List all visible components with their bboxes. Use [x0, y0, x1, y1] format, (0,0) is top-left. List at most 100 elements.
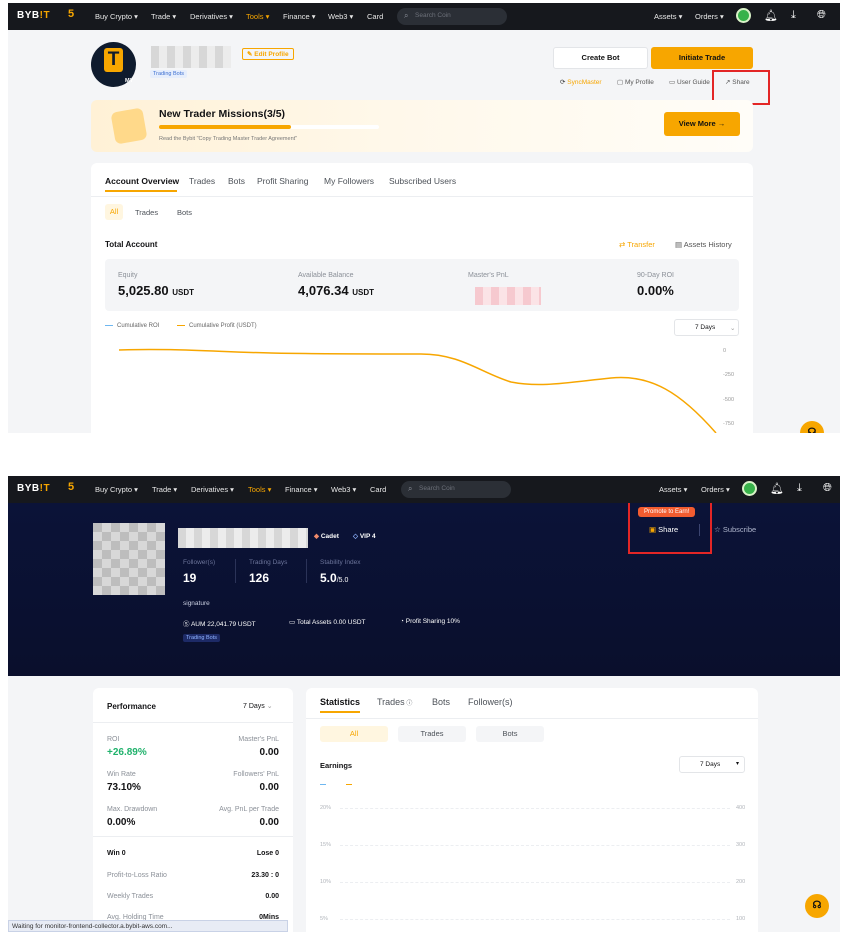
avatar-letter: T [104, 48, 123, 72]
book-icon: ▭ [669, 79, 677, 86]
transfer-link[interactable]: ⇄ Transfer [619, 240, 655, 249]
nav-orders[interactable]: Orders ▾ [695, 12, 724, 21]
headset-icon: ☊ [812, 900, 822, 911]
roi-label: ROI [107, 736, 120, 743]
perf-days-select[interactable]: 7 Days ⌄ [243, 702, 273, 710]
search-icon: ⌕ [404, 11, 409, 20]
chip-all[interactable]: All [105, 204, 123, 220]
nav-assets[interactable]: Assets ▾ [659, 485, 687, 494]
search-input[interactable]: ⌕ Search Coin [401, 481, 511, 498]
active-tab-underline [320, 711, 360, 713]
tab-account-overview[interactable]: Account Overview [105, 176, 179, 186]
nav-tools[interactable]: Tools ▾ [246, 12, 269, 21]
support-chat-button[interactable]: ☊ [800, 421, 824, 433]
caret-down-icon: ▾ [736, 761, 740, 767]
nav-card[interactable]: Card [370, 485, 386, 494]
initiate-trade-button[interactable]: Initiate Trade [651, 47, 753, 69]
edit-profile-button[interactable]: ✎ Edit Profile [242, 48, 294, 60]
browser-status-bar: Waiting for monitor-frontend-collector.a… [8, 920, 288, 932]
download-icon[interactable]: ⤓ [797, 482, 802, 495]
nav-derivatives[interactable]: Derivatives ▾ [191, 485, 234, 494]
tab-divider [91, 196, 753, 197]
search-input[interactable]: ⌕ Search Coin [397, 8, 507, 25]
user-avatar[interactable] [742, 481, 757, 496]
masters-pnl-value: 0.00 [259, 747, 279, 758]
blurred-masters-pnl [475, 287, 541, 305]
pl-ratio-value: 23.30 : 0 [251, 872, 279, 879]
trading-days-label: Trading Days [249, 559, 288, 566]
nav-assets[interactable]: Assets ▾ [654, 12, 682, 21]
subscribe-button[interactable]: ☆ Subscribe [714, 525, 756, 534]
five-year-icon[interactable]: 5 [68, 8, 74, 20]
bell-icon[interactable]: 🔔︎ [770, 482, 784, 495]
five-year-icon[interactable]: 5 [68, 481, 74, 493]
chip-trades[interactable]: Trades [398, 726, 466, 742]
chip-bots[interactable]: Bots [476, 726, 544, 742]
bybit-logo[interactable]: BYB!T [17, 10, 50, 21]
tab-my-followers[interactable]: My Followers [324, 176, 374, 186]
download-icon[interactable]: ⤓ [791, 9, 796, 22]
nav-card[interactable]: Card [367, 12, 383, 21]
stability-label: Stability Index [320, 559, 361, 566]
total-account-label: Total Account [105, 240, 158, 249]
syncmaster-link[interactable]: ⟳ SyncMaster [560, 78, 602, 86]
nav-trade[interactable]: Trade ▾ [152, 485, 177, 494]
nav-buy-crypto[interactable]: Buy Crypto ▾ [95, 485, 138, 494]
cadet-icon: ◆ [314, 533, 321, 540]
chip-trades[interactable]: Trades [135, 208, 158, 217]
user-guide-link[interactable]: ▭ User Guide [669, 78, 710, 86]
nav-derivatives[interactable]: Derivatives ▾ [190, 12, 233, 21]
followers-pnl-label: Followers' PnL [233, 771, 279, 778]
nav-web3[interactable]: Web3 ▾ [331, 485, 356, 494]
available-balance-value: 4,076.34 USDT [298, 283, 375, 298]
bell-icon[interactable]: 🔔︎ [764, 9, 778, 22]
user-avatar[interactable] [736, 8, 751, 23]
max-drawdown-value: 0.00% [107, 817, 136, 828]
weekly-trades-value: 0.00 [265, 893, 279, 900]
legend-profit-swatch [346, 784, 352, 785]
assets-history-link[interactable]: ▤ Assets History [675, 240, 732, 249]
nav-trade[interactable]: Trade ▾ [151, 12, 176, 21]
tab-bots[interactable]: Bots [228, 176, 245, 186]
nav-tools[interactable]: Tools ▾ [248, 485, 271, 494]
aum-stat: Ⓢ AUM 22,041.79 USDT [183, 621, 256, 628]
nav-web3[interactable]: Web3 ▾ [328, 12, 353, 21]
tab-bots[interactable]: Bots [432, 697, 450, 707]
nav-finance[interactable]: Finance ▾ [283, 12, 316, 21]
tab-followers[interactable]: Follower(s) [468, 697, 513, 707]
my-profile-link[interactable]: ▢ My Profile [617, 78, 654, 86]
win-rate-label: Win Rate [107, 771, 136, 778]
tab-profit-sharing[interactable]: Profit Sharing [257, 176, 309, 186]
tab-subscribed-users[interactable]: Subscribed Users [389, 176, 456, 186]
tab-trades[interactable]: Trades ⓘ [377, 697, 412, 707]
tab-statistics[interactable]: Statistics [320, 697, 360, 707]
left-axis-tick-0: 20% [320, 805, 332, 811]
nav-buy-crypto[interactable]: Buy Crypto ▾ [95, 12, 138, 21]
mission-title: New Trader Missions(3/5) [159, 108, 286, 120]
masters-pnl-label: Master's PnL [238, 736, 279, 743]
globe-icon[interactable]: 🌐︎ [823, 482, 832, 495]
nav-orders[interactable]: Orders ▾ [701, 485, 730, 494]
headset-icon: ☊ [807, 427, 817, 433]
blurred-trader-name [178, 528, 308, 548]
pl-ratio-label: Profit-to-Loss Ratio [107, 872, 167, 879]
nav-finance[interactable]: Finance ▾ [285, 485, 318, 494]
support-chat-button[interactable]: ☊ [805, 894, 829, 918]
days-select[interactable]: 7 Days ⌄ [674, 319, 739, 336]
right-axis-tick-0: 400 [736, 805, 746, 811]
legend-profit: Cumulative Profit (USDT) [177, 323, 257, 329]
gridline [340, 919, 730, 920]
tab-trades[interactable]: Trades [189, 176, 215, 186]
transfer-icon: ⇄ [619, 240, 628, 249]
create-bot-button[interactable]: Create Bot [553, 47, 648, 69]
globe-icon[interactable]: 🌐︎ [817, 9, 826, 22]
chip-bots[interactable]: Bots [177, 208, 192, 217]
bybit-logo[interactable]: BYB!T [17, 483, 50, 494]
followers-label: Follower(s) [183, 559, 216, 566]
dollar-icon: Ⓢ [183, 621, 191, 628]
blurred-trader-avatar [93, 523, 165, 595]
earnings-days-select[interactable]: 7 Days ▾ [679, 756, 745, 773]
chip-all[interactable]: All [320, 726, 388, 742]
view-more-button[interactable]: View More → [664, 112, 740, 136]
info-icon: ⓘ [404, 701, 413, 707]
